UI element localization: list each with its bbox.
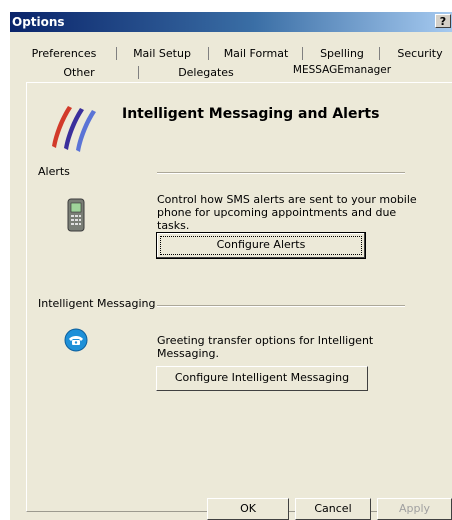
tab-preferences[interactable]: Preferences <box>24 46 104 61</box>
help-button[interactable]: ? <box>435 14 451 28</box>
tab-separator <box>208 47 209 60</box>
configure-intelligent-messaging-button[interactable]: Configure Intelligent Messaging <box>156 366 368 391</box>
configure-alerts-button[interactable]: Configure Alerts <box>156 232 366 259</box>
ok-label: OK <box>240 502 256 515</box>
apply-button[interactable]: Apply <box>377 498 452 520</box>
options-dialog: Preferences Mail Setup Mail Format Spell… <box>10 32 452 520</box>
tab-security[interactable]: Security <box>388 46 452 61</box>
alerts-divider <box>157 172 405 174</box>
configure-intelligent-messaging-label: Configure Intelligent Messaging <box>174 371 350 384</box>
telephone-icon <box>64 328 88 352</box>
intelligent-messaging-divider <box>157 305 405 307</box>
tab-delegates[interactable]: Delegates <box>144 65 268 80</box>
cancel-label: Cancel <box>314 502 352 515</box>
tab-separator <box>379 47 380 60</box>
apply-label: Apply <box>398 502 431 515</box>
alerts-section-label: Alerts <box>38 165 70 178</box>
panel-heading: Intelligent Messaging and Alerts <box>122 106 380 122</box>
tab-mail-format[interactable]: Mail Format <box>215 46 297 61</box>
cancel-button[interactable]: Cancel <box>295 498 371 520</box>
tab-messagemanager[interactable]: MESSAGEmanager <box>272 63 412 78</box>
window-title: Options <box>12 15 65 29</box>
tab-mail-setup[interactable]: Mail Setup <box>122 46 202 61</box>
configure-alerts-label: Configure Alerts <box>216 238 306 251</box>
ok-button[interactable]: OK <box>207 498 289 520</box>
tab-other[interactable]: Other <box>24 65 134 80</box>
messagemanager-logo <box>52 106 96 152</box>
tab-separator <box>116 47 117 60</box>
intelligent-messaging-description: Greeting transfer options for Intelligen… <box>157 334 374 360</box>
title-bar: Options ? x <box>10 12 452 32</box>
tab-spelling[interactable]: Spelling <box>307 46 377 61</box>
intelligent-messaging-section-label: Intelligent Messaging <box>38 297 156 310</box>
tab-separator <box>138 66 139 79</box>
alerts-description: Control how SMS alerts are sent to your … <box>157 193 417 232</box>
mobile-phone-icon <box>67 198 85 232</box>
tab-separator <box>302 47 303 60</box>
